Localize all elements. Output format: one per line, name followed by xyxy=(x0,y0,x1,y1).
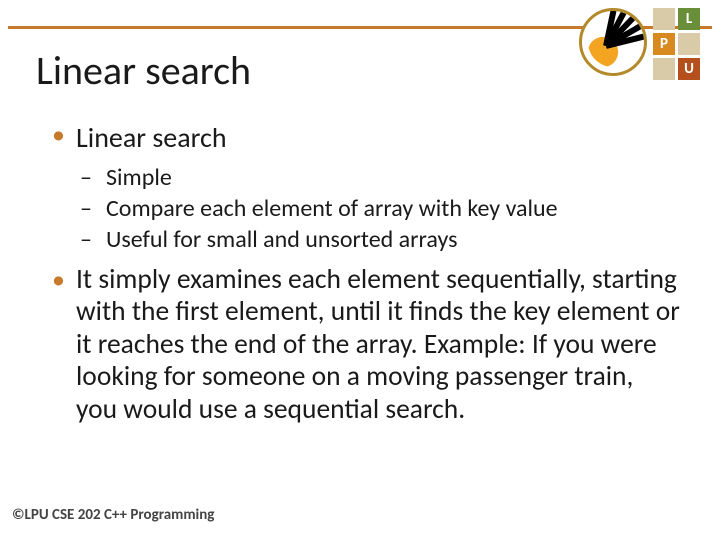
slide-footer: ©LPU CSE 202 C++ Programming xyxy=(12,506,214,524)
logo-group: L P U xyxy=(579,8,700,80)
lpu-letter: L xyxy=(678,8,700,30)
slide-body: Linear search Simple Compare each elemen… xyxy=(52,120,680,426)
institution-seal-icon xyxy=(579,8,647,76)
bullet-sub: Simple xyxy=(80,163,680,192)
slide-title: Linear search xyxy=(36,46,251,95)
bullet-main: It simply examines each element sequenti… xyxy=(52,264,680,426)
lpu-letter: P xyxy=(653,33,675,55)
bullet-sub: Useful for small and unsorted arrays xyxy=(80,225,680,254)
slide: L P U Linear search Linear search Simple… xyxy=(0,0,720,540)
bullet-main: Linear search xyxy=(52,120,680,155)
bullet-sub: Compare each element of array with key v… xyxy=(80,194,680,223)
lpu-logo-icon: L P U xyxy=(653,8,700,80)
lpu-letter: U xyxy=(678,58,700,80)
